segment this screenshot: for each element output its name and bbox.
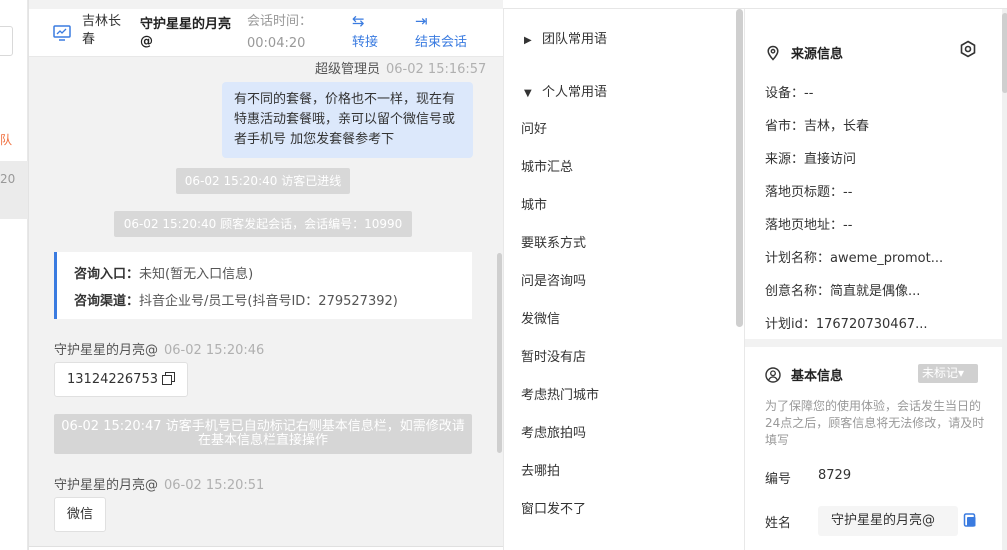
copy-icon[interactable] <box>162 372 176 385</box>
phrase-item[interactable]: 发微信 <box>521 308 560 327</box>
system-message-session-started: 06-02 15:20:40 顾客发起会话，会话编号：10990 <box>114 211 412 237</box>
phrase-item[interactable]: 考虑旅拍吗 <box>521 422 586 441</box>
session-list-strip: 队 20 <box>0 0 28 550</box>
phrase-item[interactable]: 考虑热门城市 <box>521 384 599 403</box>
team-phrases-label: 团队常用语 <box>542 32 608 47</box>
tag-select[interactable]: 未标记▾ <box>918 364 978 383</box>
consult-channel-value: 抖音企业号/员工号(抖音号ID：279527392) <box>139 294 398 309</box>
plan-name-field: 计划名称：aweme_promot... <box>765 251 944 266</box>
system-message-visitor-joined: 06-02 15:20:40 访客已进线 <box>176 168 350 194</box>
visitor-sender-line-2: 守护星星的月亮@ 06-02 15:20:51 <box>54 474 264 493</box>
name-field[interactable]: 守护星星的月亮@ <box>818 506 958 536</box>
chat-panel: 吉林长春 守护星星的月亮@ 会话时间： 00:04:20 ⇆ 转接 ⇥ 结束会话… <box>28 0 504 550</box>
agent-message-time: 06-02 15:16:57 <box>386 62 487 77</box>
phrase-item[interactable]: 要联系方式 <box>521 232 586 251</box>
message-list[interactable]: 超级管理员 06-02 15:16:57 有不同的套餐，价格也不一样，现在有特惠活… <box>29 58 504 546</box>
consult-entry-value: 未知(暂无入口信息) <box>139 267 254 282</box>
agent-sender-name: 超级管理员 <box>315 62 381 77</box>
province-field: 省市：吉林，长春 <box>765 119 870 134</box>
transfer-icon: ⇆ <box>352 12 365 30</box>
info-scrollbar-thumb[interactable] <box>1002 13 1007 93</box>
consult-info-card: 咨询入口：未知(暂无入口信息) 咨询渠道：抖音企业号/员工号(抖音号ID：279… <box>54 252 472 319</box>
team-phrases-group[interactable]: ▶ 团队常用语 <box>524 28 607 47</box>
chat-header: 吉林长春 守护星星的月亮@ 会话时间： 00:04:20 ⇆ 转接 ⇥ 结束会话 <box>29 9 504 57</box>
selected-session-item[interactable] <box>0 161 28 219</box>
basic-info-label: 基本信息 <box>791 369 844 384</box>
session-time-label: 会话时间： <box>247 14 313 29</box>
phrase-item[interactable]: 去哪拍 <box>521 460 560 479</box>
creative-name-field: 创意名称：简直就是偶像... <box>765 284 921 299</box>
copy-name-icon[interactable] <box>963 513 977 527</box>
end-session-icon: ⇥ <box>415 12 428 30</box>
source-info-label: 来源信息 <box>791 47 844 62</box>
info-scrollbar[interactable] <box>1002 9 1007 550</box>
visitor-message-phone: 13124226753 <box>54 362 189 397</box>
visitor-message-time: 06-02 15:20:46 <box>164 343 265 358</box>
section-divider <box>745 339 1002 347</box>
visitor-message-wechat: 微信 <box>54 497 107 532</box>
visitor-phone-text: 13124226753 <box>67 372 158 387</box>
consult-entry-label: 咨询入口： <box>74 267 140 282</box>
plan-id-field: 计划id：176720730467... <box>765 317 928 332</box>
source-field: 来源：直接访问 <box>765 152 857 167</box>
id-value: 8729 <box>818 468 852 483</box>
session-time-value: 00:04:20 <box>247 36 306 51</box>
phrase-item[interactable]: 问是咨询吗 <box>521 270 586 289</box>
consult-channel-label: 咨询渠道： <box>74 294 140 309</box>
caret-down-icon: ▼ <box>524 88 532 99</box>
source-info-title: 来源信息 <box>765 43 843 62</box>
visitor-location: 吉林长春 <box>82 14 122 47</box>
visitor-message-time-2: 06-02 15:20:51 <box>164 478 265 493</box>
phrase-item[interactable]: 暂时没有店 <box>521 346 586 365</box>
id-label: 编号 <box>765 472 792 487</box>
caret-right-icon: ▶ <box>524 35 532 46</box>
device-field: 设备：-- <box>765 86 814 101</box>
consult-entry-row: 咨询入口：未知(暂无入口信息) <box>74 261 472 288</box>
monitor-icon <box>53 25 71 41</box>
phrase-item[interactable]: 城市 <box>521 194 547 213</box>
location-pin-icon <box>767 45 779 61</box>
phrases-scrollbar[interactable] <box>736 9 743 327</box>
agent-message-bubble: 有不同的套餐，价格也不一样，现在有特惠活动套餐哦，亲可以留个微信号或者手机号 加… <box>222 82 473 158</box>
chat-scrollbar[interactable] <box>497 253 502 453</box>
user-circle-icon <box>765 366 781 383</box>
end-session-label: 结束会话 <box>415 35 468 50</box>
phrases-panel: ▶ 团队常用语 ▼ 个人常用语 问好 城市汇总 城市 要联系方式 问是咨询吗 发微信… <box>503 9 744 550</box>
personal-phrases-label: 个人常用语 <box>542 85 608 100</box>
phrase-item[interactable]: 问好 <box>521 118 547 137</box>
transfer-button[interactable]: ⇆ 转接 <box>352 13 378 50</box>
system-message-line1: 06-02 15:20:47 访客手机号已自动标记右侧基本信息栏，如需修改请 <box>61 419 465 434</box>
chat-input-edge[interactable] <box>29 546 504 550</box>
personal-phrases-group[interactable]: ▼ 个人常用语 <box>524 81 607 100</box>
phrase-item[interactable]: 窗口发不了 <box>521 498 586 517</box>
search-box-edge[interactable] <box>0 26 13 56</box>
basic-info-title: 基本信息 <box>765 365 843 384</box>
phrase-item[interactable]: 城市汇总 <box>521 156 573 175</box>
visitor-sender-line: 守护星星的月亮@ 06-02 15:20:46 <box>54 339 264 358</box>
landing-title-field: 落地页标题：-- <box>765 185 853 200</box>
system-message-line2: 在基本信息栏直接操作 <box>197 433 328 448</box>
visitor-name: 守护星星的月亮@ <box>140 17 232 49</box>
session-time-fragment: 20 <box>0 172 16 186</box>
settings-gear-icon[interactable] <box>959 40 977 58</box>
team-tab-fragment[interactable]: 队 <box>0 131 12 148</box>
visitor-sender-name: 守护星星的月亮@ <box>54 343 159 358</box>
system-message-phone-marked: 06-02 15:20:47 访客手机号已自动标记右侧基本信息栏，如需修改请 在… <box>54 414 472 454</box>
transfer-label: 转接 <box>352 35 379 50</box>
landing-url-field: 落地页地址：-- <box>765 218 853 233</box>
visitor-sender-name-2: 守护星星的月亮@ <box>54 478 159 493</box>
edit-notice: 为了保障您的使用体验，会话发生当日的24点之后，顾客信息将无法修改，请及时填写 <box>765 399 985 447</box>
customer-info-panel: 来源信息 设备：-- 省市：吉林，长春 来源：直接访问 落地页标题：-- 落地页… <box>744 9 1007 550</box>
consult-channel-row: 咨询渠道：抖音企业号/员工号(抖音号ID：279527392) <box>74 288 472 315</box>
end-session-button[interactable]: ⇥ 结束会话 <box>415 13 467 50</box>
agent-sender-line: 超级管理员 06-02 15:16:57 <box>315 58 486 77</box>
name-label: 姓名 <box>765 516 792 531</box>
